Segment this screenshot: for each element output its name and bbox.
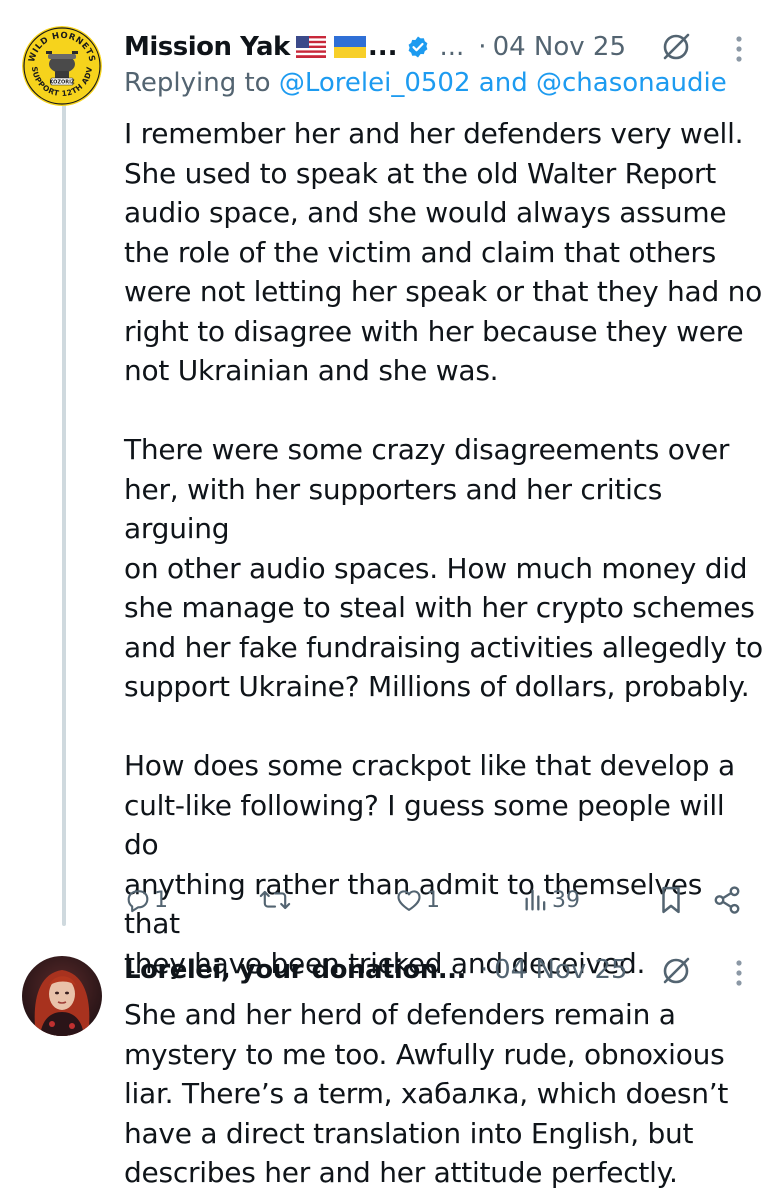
share-button[interactable] [712,885,742,915]
mention-link[interactable]: @chasonaudie [536,68,727,98]
tweet-actions: 1 1 39 [0,882,780,922]
text-line: on other audio spaces. How much money di… [124,551,748,585]
wild-hornets-logo-icon: WILD HORNETS SUPPORT 12TH ADV KOZORIZ [22,26,102,106]
text-line: were not letting her speak or that they … [124,275,762,308]
text-line: her, with her supporters and her critics… [124,472,663,546]
separator-dot: · [478,32,487,62]
us-flag-icon [295,36,326,58]
ukraine-flag-icon [333,36,366,58]
text-line: liar. There’s a term, хабалка, which doe… [124,1077,729,1110]
text-line: She used to speak at the old Walter Repo… [124,156,716,190]
text-line: she manage to steal with her crypto sche… [124,591,755,624]
repost-icon [259,890,291,910]
text-line: She and her herd of defenders remain a [124,998,676,1031]
text-line: describes her and her attitude perfectly… [124,1156,678,1189]
grok-icon[interactable] [660,955,692,987]
profile-photo-icon [22,956,102,1036]
reply-count: 1 [154,887,168,913]
author-name[interactable]: Lorelei, your donation... [124,955,466,985]
avatar[interactable] [22,956,102,1036]
text-line: I remember her and her defenders very we… [124,117,744,150]
like-count: 1 [426,887,440,913]
text-line: There were some crazy disagreements over [124,433,730,466]
text-line: the role of the victim and claim that ot… [124,235,717,269]
analytics-icon [525,889,546,911]
replying-to: Replying to @Lorelei_0502 and @chasonaud… [124,68,727,98]
mention-link[interactable]: @Lorelei_0502 [279,68,471,98]
bookmark-button[interactable] [658,885,684,915]
mention-and[interactable]: and [479,68,528,98]
view-count: 39 [552,887,580,913]
name-truncation: ... [367,32,398,62]
text-line: audio space, and she would always assume [124,196,727,229]
heart-icon [397,890,421,911]
text-line: have a direct translation into English, … [124,1116,694,1150]
text-line: How does some crackpot like that develop… [124,749,735,782]
bookmark-icon [662,886,680,914]
verified-badge-icon[interactable] [406,35,430,59]
reply-icon [127,890,149,913]
avatar[interactable]: WILD HORNETS SUPPORT 12TH ADV KOZORIZ [22,26,102,106]
more-options-icon[interactable] [734,34,744,64]
author-name[interactable]: Mission Yak [124,32,290,62]
repost-button[interactable] [258,886,294,914]
tweet-date[interactable]: 04 Nov 25 [493,32,626,62]
avatar-badge-text: KOZORIZ [49,80,74,86]
text-line: mystery to me too. Awfully rude, obnoxio… [124,1037,725,1071]
header-ellipsis: ... [439,32,465,62]
text-line: cult-like following? I guess some people… [124,788,725,862]
text-line: not Ukrainian and she was. [124,354,499,387]
text-line: support Ukraine? Millions of dollars, pr… [124,670,750,703]
views-button[interactable]: 39 [522,886,580,914]
text-line: right to disagree with her because they … [124,314,744,348]
reply-button[interactable]: 1 [124,886,168,914]
thread-connector-line [62,96,66,926]
grok-icon[interactable] [660,31,692,63]
tweet-date[interactable]: 04 Nov 25 [494,955,627,985]
separator-dot: · [479,955,489,985]
share-icon [714,886,740,914]
replying-prefix: Replying to [124,68,271,98]
tweet-text: She and her herd of defenders remain a m… [124,995,764,1193]
more-options-icon[interactable] [734,958,744,988]
tweet-text: I remember her and her defenders very we… [124,114,764,983]
text-line: and her fake fundraising activities alle… [124,630,763,664]
like-button[interactable]: 1 [394,886,440,914]
